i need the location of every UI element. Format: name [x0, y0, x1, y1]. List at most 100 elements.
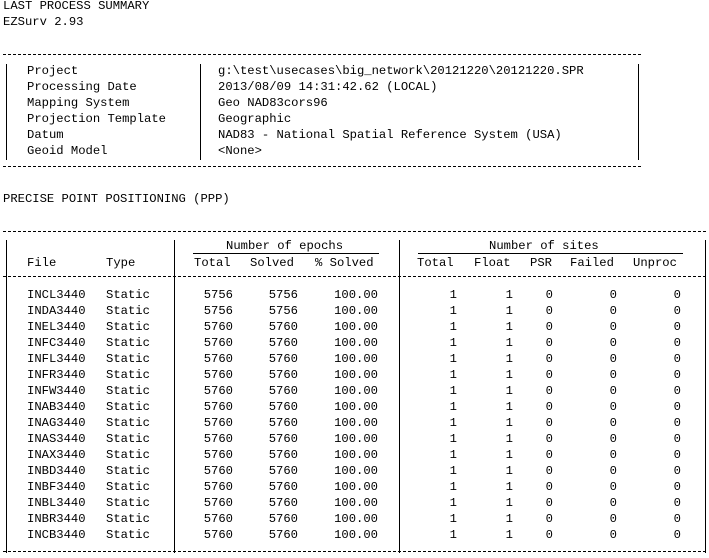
cell-st-psr: 0 [545, 528, 553, 542]
cell-file: INDA3440 [27, 304, 86, 318]
table-row: INDA3440 Static 5756 5756 100.00 1 1 0 0 0 [0, 303, 709, 319]
cell-st-failed: 0 [609, 288, 617, 302]
table-row: INBF3440 Static 5760 5760 100.00 1 1 0 0 0 [0, 479, 709, 495]
cell-st-failed: 0 [609, 384, 617, 398]
cell-ep-pct: 100.00 [334, 512, 378, 526]
cell-file: INCL3440 [27, 288, 86, 302]
cell-ep-total: 5760 [203, 352, 233, 366]
table-row: INEL3440 Static 5760 5760 100.00 1 1 0 0 0 [0, 319, 709, 335]
cell-st-psr: 0 [545, 368, 553, 382]
divider [6, 64, 7, 160]
cell-st-total: 1 [449, 432, 457, 446]
cell-ep-pct: 100.00 [334, 496, 378, 510]
cell-ep-total: 5760 [203, 528, 233, 542]
cell-ep-total: 5760 [203, 480, 233, 494]
col-header-epochs-solved: Solved [250, 256, 294, 270]
cell-type: Static [106, 336, 150, 350]
cell-st-total: 1 [449, 304, 457, 318]
cell-ep-pct: 100.00 [334, 448, 378, 462]
cell-type: Static [106, 528, 150, 542]
cell-st-psr: 0 [545, 320, 553, 334]
cell-type: Static [106, 464, 150, 478]
cell-st-unproc: 0 [673, 496, 681, 510]
divider [638, 64, 639, 160]
cell-st-total: 1 [449, 368, 457, 382]
group-header-epochs: Number of epochs [226, 239, 344, 253]
cell-ep-solved: 5756 [268, 288, 298, 302]
cell-st-total: 1 [449, 416, 457, 430]
cell-file: INFL3440 [27, 352, 86, 366]
table-row: INBR3440 Static 5760 5760 100.00 1 1 0 0 0 [0, 511, 709, 527]
divider [200, 64, 201, 160]
cell-ep-total: 5760 [203, 320, 233, 334]
cell-st-unproc: 0 [673, 384, 681, 398]
cell-st-unproc: 0 [673, 368, 681, 382]
cell-st-total: 1 [449, 496, 457, 510]
cell-st-failed: 0 [609, 512, 617, 526]
cell-type: Static [106, 496, 150, 510]
summary-value: g:\test\usecases\big_network\20121220\20… [218, 64, 584, 78]
cell-ep-pct: 100.00 [334, 400, 378, 414]
cell-ep-total: 5760 [203, 336, 233, 350]
cell-ep-total: 5760 [203, 400, 233, 414]
cell-st-total: 1 [449, 320, 457, 334]
cell-ep-pct: 100.00 [334, 480, 378, 494]
cell-st-psr: 0 [545, 432, 553, 446]
summary-value: NAD83 - National Spatial Reference Syste… [218, 128, 562, 142]
cell-st-float: 1 [505, 496, 513, 510]
cell-st-total: 1 [449, 400, 457, 414]
cell-st-psr: 0 [545, 496, 553, 510]
cell-st-unproc: 0 [673, 432, 681, 446]
table-row: INFC3440 Static 5760 5760 100.00 1 1 0 0 0 [0, 335, 709, 351]
cell-type: Static [106, 416, 150, 430]
cell-ep-pct: 100.00 [334, 336, 378, 350]
cell-ep-solved: 5760 [268, 416, 298, 430]
cell-st-psr: 0 [545, 384, 553, 398]
cell-st-failed: 0 [609, 320, 617, 334]
cell-st-float: 1 [505, 384, 513, 398]
cell-st-total: 1 [449, 528, 457, 542]
cell-st-psr: 0 [545, 304, 553, 318]
cell-type: Static [106, 480, 150, 494]
table-row: INAB3440 Static 5760 5760 100.00 1 1 0 0 0 [0, 399, 709, 415]
cell-file: INFW3440 [27, 384, 86, 398]
cell-type: Static [106, 288, 150, 302]
cell-st-total: 1 [449, 512, 457, 526]
cell-type: Static [106, 512, 150, 526]
cell-st-float: 1 [505, 480, 513, 494]
cell-st-float: 1 [505, 416, 513, 430]
cell-st-failed: 0 [609, 528, 617, 542]
table-row: INAG3440 Static 5760 5760 100.00 1 1 0 0 0 [0, 415, 709, 431]
cell-type: Static [106, 384, 150, 398]
col-header-type: Type [106, 256, 136, 270]
cell-ep-total: 5760 [203, 464, 233, 478]
cell-st-failed: 0 [609, 480, 617, 494]
table-row: INFW3440 Static 5760 5760 100.00 1 1 0 0 0 [0, 383, 709, 399]
cell-type: Static [106, 368, 150, 382]
cell-ep-pct: 100.00 [334, 416, 378, 430]
col-header-sites-float: Float [474, 256, 511, 270]
cell-st-psr: 0 [545, 352, 553, 366]
cell-st-float: 1 [505, 336, 513, 350]
cell-ep-total: 5760 [203, 496, 233, 510]
cell-st-failed: 0 [609, 448, 617, 462]
cell-st-failed: 0 [609, 432, 617, 446]
col-header-epochs-total: Total [194, 256, 231, 270]
table-header-row: File Type Total Solved % Solved Total Fl… [0, 255, 709, 271]
cell-file: INBD3440 [27, 464, 86, 478]
cell-file: INCB3440 [27, 528, 86, 542]
cell-st-total: 1 [449, 288, 457, 302]
cell-st-float: 1 [505, 368, 513, 382]
divider [3, 276, 706, 277]
cell-ep-total: 5760 [203, 416, 233, 430]
cell-ep-solved: 5760 [268, 336, 298, 350]
summary-label: Processing Date [27, 80, 137, 94]
cell-ep-pct: 100.00 [334, 320, 378, 334]
app-version: EZSurv 2.93 [3, 15, 84, 29]
cell-st-total: 1 [449, 448, 457, 462]
divider [3, 551, 706, 552]
group-underline [193, 253, 379, 254]
divider [3, 166, 641, 167]
cell-st-float: 1 [505, 464, 513, 478]
summary-value: 2013/08/09 14:31:42.62 (LOCAL) [218, 80, 438, 94]
